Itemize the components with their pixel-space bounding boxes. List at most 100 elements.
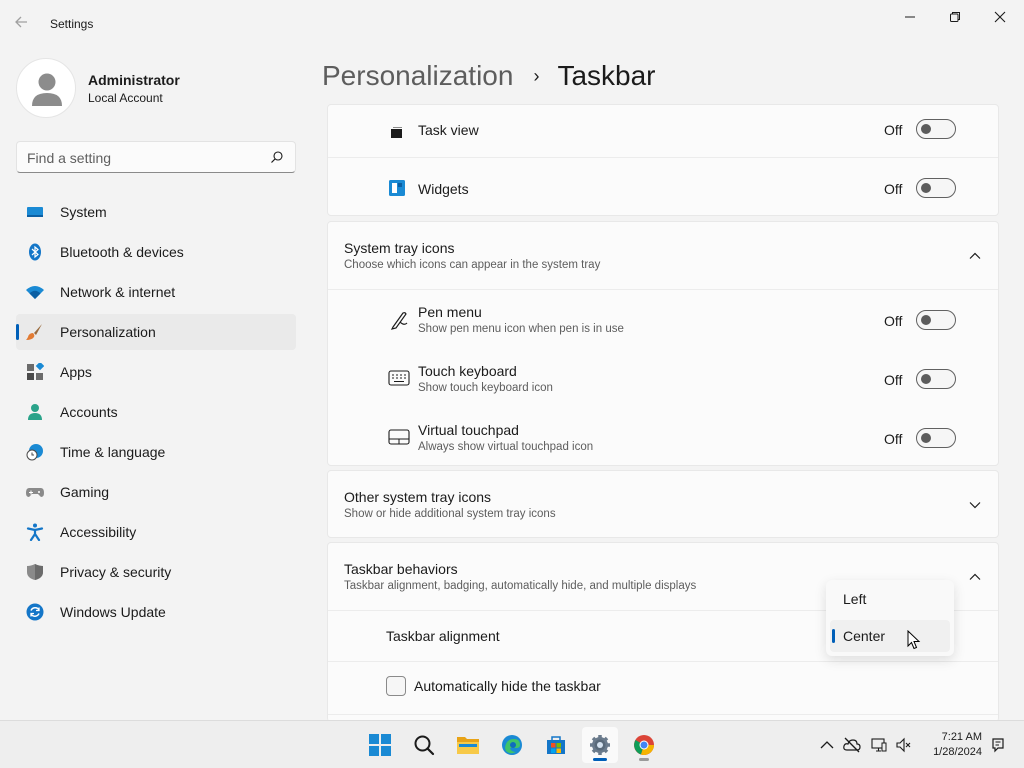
sidebar-item-label: Bluetooth & devices [60,244,184,260]
brush-icon [26,323,44,341]
back-arrow-icon[interactable] [14,15,34,33]
section-subtitle: Choose which icons can appear in the sys… [344,259,601,271]
close-button[interactable] [978,6,1022,28]
shield-icon [26,563,44,581]
sidebar-item-gaming[interactable]: Gaming [16,474,296,510]
chrome-icon [634,735,654,755]
widgets-row: Widgets Off [328,158,998,216]
chevron-up-icon[interactable] [968,249,982,263]
task-view-label: Task view [418,122,479,138]
restore-button[interactable] [933,6,977,28]
sync-icon [26,603,44,621]
auto-hide-row: Automatically hide the taskbar [328,662,998,712]
notification-icon[interactable] [990,737,1006,753]
breadcrumb: Personalization › Taskbar [322,58,656,94]
volume-muted-icon[interactable] [896,737,912,753]
keyboard-icon [388,369,410,387]
sidebar-item-accessibility[interactable]: Accessibility [16,514,296,550]
dropdown-option-label: Left [843,591,867,607]
toggle-state: Off [884,313,903,329]
auto-hide-checkbox[interactable] [386,676,406,696]
sidebar-item-label: Accessibility [60,524,137,540]
account-type: Local Account [88,91,163,105]
dropdown-option-left[interactable]: Left [830,583,950,615]
search-input[interactable] [27,148,257,168]
active-indicator [593,758,607,761]
gamepad-icon [26,483,44,501]
task-view-toggle[interactable] [916,119,956,139]
open-indicator [639,758,649,761]
widgets-label: Widgets [418,181,469,197]
touch-keyboard-desc: Show touch keyboard icon [418,382,553,394]
sidebar-item-bluetooth[interactable]: Bluetooth & devices [16,234,296,270]
chevron-up-icon[interactable] [968,570,982,584]
sidebar-item-windows-update[interactable]: Windows Update [16,594,296,630]
sidebar-item-system[interactable]: System [16,194,296,230]
pen-menu-toggle[interactable] [916,310,956,330]
divider [328,714,998,715]
sidebar-item-apps[interactable]: Apps [16,354,296,390]
edge-button[interactable] [494,727,530,763]
globe-clock-icon [26,443,44,461]
microsoft-store-button[interactable] [538,727,574,763]
title-bar: Settings [0,0,1024,48]
toggle-state: Off [884,372,903,388]
touch-keyboard-label: Touch keyboard [418,363,517,379]
search-icon[interactable] [270,150,284,164]
start-button[interactable] [362,727,398,763]
settings-taskbar-button[interactable] [582,727,618,763]
toggle-state: Off [884,122,903,138]
chevron-up-icon[interactable] [819,737,835,753]
clock-time: 7:21 AM [941,731,982,743]
dropdown-option-label: Center [843,628,886,644]
dropdown-option-center[interactable]: Center [830,620,950,652]
bluetooth-icon [26,243,44,261]
search-icon [414,735,435,756]
taskbar-clock[interactable]: 7:21 AM 1/28/2024 [920,730,982,760]
sidebar-item-network[interactable]: Network & internet [16,274,296,310]
pen-menu-desc: Show pen menu icon when pen is in use [418,323,624,335]
search-box[interactable] [16,141,296,173]
chevron-down-icon[interactable] [968,498,982,512]
sidebar-item-label: Accounts [60,404,118,420]
wifi-icon [26,283,44,301]
chrome-button[interactable] [626,727,662,763]
windows-taskbar: 7:21 AM 1/28/2024 [0,720,1024,768]
task-view-row: Task view Off [328,105,998,157]
person-icon [26,403,44,421]
minimize-button[interactable] [888,6,932,28]
network-icon[interactable] [871,737,887,753]
pen-menu-label: Pen menu [418,304,482,320]
sidebar-item-personalization[interactable]: Personalization [16,314,296,350]
virtual-touchpad-desc: Always show virtual touchpad icon [418,441,594,453]
sidebar-nav: System Bluetooth & devices Network & int… [16,194,296,634]
onedrive-offline-icon[interactable] [843,737,861,753]
breadcrumb-parent[interactable]: Personalization [322,60,513,92]
sidebar-item-accounts[interactable]: Accounts [16,394,296,430]
sidebar-item-privacy[interactable]: Privacy & security [16,554,296,590]
file-explorer-button[interactable] [450,727,486,763]
pen-icon [388,310,410,332]
section-title: System tray icons [344,240,455,256]
touchpad-icon [388,428,410,446]
auto-hide-label[interactable]: Automatically hide the taskbar [414,678,601,694]
monitor-icon [26,203,44,221]
taskbar-alignment-dropdown[interactable]: Left Center [826,580,954,656]
touch-keyboard-toggle[interactable] [916,369,956,389]
system-tray-header[interactable]: System tray icons Choose which icons can… [328,222,998,289]
widgets-toggle[interactable] [916,178,956,198]
sidebar-item-time-language[interactable]: Time & language [16,434,296,470]
chevron-right-icon: › [533,65,540,86]
section-subtitle: Show or hide additional system tray icon… [344,508,556,520]
section-subtitle: Taskbar alignment, badging, automaticall… [344,580,697,592]
virtual-touchpad-toggle[interactable] [916,428,956,448]
other-tray-card[interactable]: Other system tray icons Show or hide add… [327,470,999,538]
taskbar-items-card: Task view Off Widgets Off [327,104,999,216]
section-title: Taskbar behaviors [344,561,458,577]
virtual-touchpad-label: Virtual touchpad [418,422,519,438]
sidebar-item-label: Network & internet [60,284,176,300]
sidebar-item-label: Windows Update [60,604,166,620]
avatar[interactable] [16,58,76,118]
taskbar-search-button[interactable] [406,727,442,763]
windows-logo-icon [369,734,391,756]
